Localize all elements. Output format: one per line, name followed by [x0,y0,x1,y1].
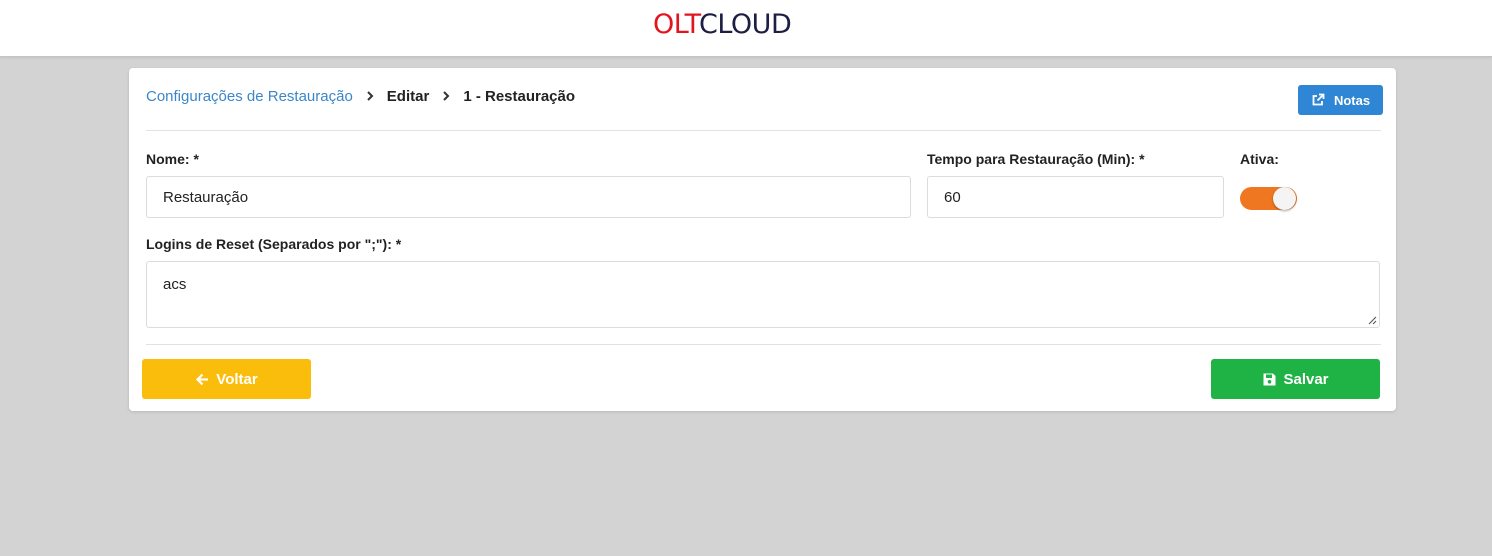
breadcrumb: Configurações de Restauração Editar 1 - … [146,86,575,106]
logo-text-cloud: CLOUD [699,9,792,40]
name-input-value: Restauração [163,188,249,206]
breadcrumb-item-edit: Editar [386,87,430,105]
restore-time-input[interactable]: 60 [927,176,1224,218]
notes-button[interactable]: Notas [1298,85,1383,115]
arrow-left-icon [196,373,209,385]
top-bar: OLTCLOUD [0,0,1492,57]
active-toggle[interactable] [1240,187,1297,210]
breadcrumb-link-restore-settings[interactable]: Configurações de Restauração [146,88,353,105]
active-label: Ativa: [1240,151,1279,167]
save-button-label: Salvar [1283,370,1329,388]
edit-card: Configurações de Restauração Editar 1 - … [129,68,1396,411]
reset-logins-value: acs [163,276,187,293]
restore-time-label: Tempo para Restauração (Min): * [927,151,1145,167]
external-link-icon [1312,93,1325,106]
floppy-disk-icon [1263,373,1276,385]
notes-button-label: Notas [1333,92,1371,108]
save-button[interactable]: Salvar [1211,359,1380,399]
reset-logins-textarea[interactable]: acs [146,261,1380,328]
logo-text-olt: OLT [653,9,700,40]
resize-handle-icon[interactable] [1368,316,1377,325]
name-input[interactable]: Restauração [146,176,911,218]
name-label: Nome: * [146,151,199,167]
reset-logins-label: Logins de Reset (Separados por ";"): * [146,236,402,252]
oltcloud-logo[interactable]: OLTCLOUD [653,9,792,41]
restore-time-input-value: 60 [944,188,961,206]
header-divider [146,130,1381,131]
toggle-knob [1273,187,1296,210]
back-button[interactable]: Voltar [142,359,311,399]
chevron-right-icon [367,91,374,101]
back-button-label: Voltar [216,370,258,388]
breadcrumb-item-current: 1 - Restauração [463,87,576,105]
footer-divider [146,344,1381,345]
chevron-right-icon [443,91,450,101]
